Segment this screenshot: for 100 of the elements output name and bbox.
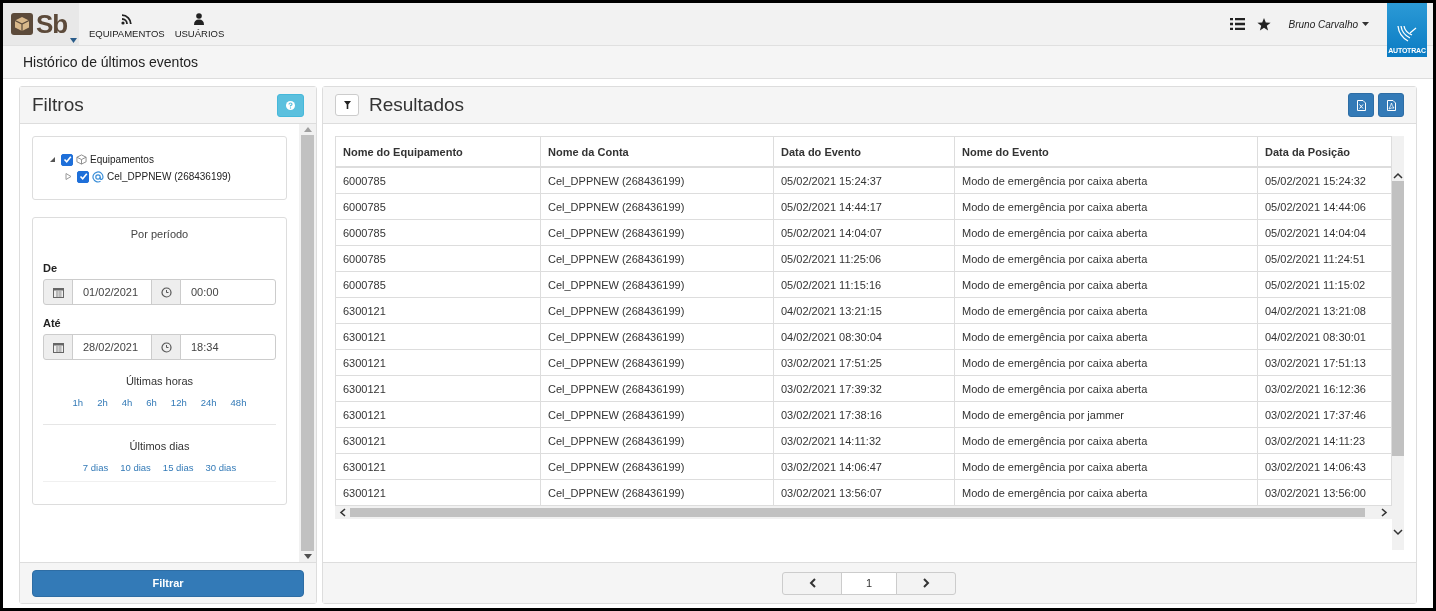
table-cell: 6000785 <box>335 245 541 272</box>
tree-item-label[interactable]: Equipamentos <box>90 154 154 165</box>
table-row[interactable]: 6000785 Cel_DPPNEW (268436199) 05/02/2021 14:04:07 Modo de emergência por caixa aberta 05/02/2021 14:04:04 <box>335 219 1392 246</box>
table-row[interactable]: 6300121 Cel_DPPNEW (268436199) 04/02/2021 08:30:04 Modo de emergência por caixa aberta 04/02/2021 08:30:01 <box>335 323 1392 350</box>
panel-title: Resultados <box>369 94 465 116</box>
quick-range-link[interactable]: 4h <box>121 397 133 408</box>
table-cell: 6300121 <box>335 401 541 428</box>
table-cell: Cel_DPPNEW (268436199) <box>540 401 774 428</box>
quick-range-link[interactable]: 24h <box>200 397 217 408</box>
table-row[interactable]: 6300121 Cel_DPPNEW (268436199) 03/02/2021 17:51:25 Modo de emergência por caixa aberta 03/02/2021 17:51:13 <box>335 349 1392 376</box>
table-cell: Modo de emergência por caixa aberta <box>954 479 1258 506</box>
excel-export-button[interactable] <box>1348 93 1374 117</box>
nav-link[interactable]: EQUIPAMENTOS <box>89 9 165 39</box>
chevron-right-icon <box>922 578 930 588</box>
table-cell: 05/02/2021 15:24:32 <box>1257 167 1392 194</box>
table-row[interactable]: 6000785 Cel_DPPNEW (268436199) 05/02/2021 15:24:37 Modo de emergência por caixa aberta 05/02/2021 15:24:32 <box>335 167 1392 194</box>
quick-range-link[interactable]: 6h <box>146 397 157 408</box>
table-cell: 6000785 <box>335 219 541 246</box>
column-header[interactable]: Data da Posição <box>1257 136 1392 167</box>
column-header[interactable]: Nome do Equipamento <box>335 136 541 167</box>
table-row[interactable]: 6300121 Cel_DPPNEW (268436199) 03/02/2021 17:39:32 Modo de emergência por caixa aberta 03/02/2021 16:12:36 <box>335 375 1392 402</box>
table-cell: 04/02/2021 08:30:04 <box>773 323 955 350</box>
table-cell: Cel_DPPNEW (268436199) <box>540 271 774 298</box>
tree-checkbox[interactable] <box>61 153 73 166</box>
pdf-export-button[interactable] <box>1378 93 1404 117</box>
user-menu[interactable]: Bruno Carvalho <box>1288 18 1369 30</box>
table-cell: Modo de emergência por caixa aberta <box>954 349 1258 376</box>
quick-range-link[interactable]: 30 dias <box>205 462 237 473</box>
table-cell: Modo de emergência por caixa aberta <box>954 193 1258 220</box>
nav-link[interactable]: USUÁRIOS <box>174 9 225 39</box>
table-cell: Cel_DPPNEW (268436199) <box>540 245 774 272</box>
table-row[interactable]: 6300121 Cel_DPPNEW (268436199) 03/02/2021 17:38:16 Modo de emergência por jammer 03/02/2021 17:37:46 <box>335 401 1392 428</box>
table-row[interactable]: 6000785 Cel_DPPNEW (268436199) 05/02/2021 11:15:16 Modo de emergência por caixa aberta 05/02/2021 11:15:02 <box>335 271 1392 298</box>
table-cell: 03/02/2021 14:06:43 <box>1257 453 1392 480</box>
table-cell: 03/02/2021 17:51:25 <box>773 349 955 376</box>
table-cell: Modo de emergência por caixa aberta <box>954 219 1258 246</box>
table-row[interactable]: 6300121 Cel_DPPNEW (268436199) 03/02/2021 14:06:47 Modo de emergência por caixa aberta 03/02/2021 14:06:43 <box>335 453 1392 480</box>
table-cell: 04/02/2021 08:30:01 <box>1257 323 1392 350</box>
quick-range-link[interactable]: 10 dias <box>120 462 151 473</box>
tree-item-label[interactable]: Cel_DPPNEW (268436199) <box>107 171 231 182</box>
date-field[interactable]: 01/02/2021 <box>72 279 152 305</box>
clock-icon <box>160 341 172 353</box>
table-cell: 03/02/2021 17:39:32 <box>773 375 955 402</box>
table-cell: 6300121 <box>335 427 541 454</box>
time-field[interactable]: 18:34 <box>180 334 276 360</box>
table-row[interactable]: 6300121 Cel_DPPNEW (268436199) 04/02/2021 13:21:15 Modo de emergência por caixa aberta 04/02/2021 13:21:08 <box>335 297 1392 324</box>
pdf-file-icon <box>1386 99 1396 111</box>
scroll-down-arrow-icon[interactable] <box>303 554 312 559</box>
table-cell: Cel_DPPNEW (268436199) <box>540 323 774 350</box>
quick-range-link[interactable]: 2h <box>97 397 108 408</box>
table-cell: Cel_DPPNEW (268436199) <box>540 453 774 480</box>
column-header[interactable]: Data do Evento <box>773 136 955 167</box>
time-field[interactable]: 00:00 <box>180 279 276 305</box>
box-icon <box>10 12 34 36</box>
quick-range-link[interactable]: 1h <box>72 397 84 408</box>
quick-range-link[interactable]: 15 dias <box>162 462 194 473</box>
table-cell: 04/02/2021 13:21:15 <box>773 297 955 324</box>
table-cell: 03/02/2021 14:11:23 <box>1257 427 1392 454</box>
table-row[interactable]: 6000785 Cel_DPPNEW (268436199) 05/02/2021 11:25:06 Modo de emergência por caixa aberta 05/02/2021 11:24:51 <box>335 245 1392 272</box>
table-cell: 05/02/2021 14:04:07 <box>773 219 955 246</box>
table-cell: 6300121 <box>335 479 541 506</box>
quick-range-link[interactable]: 7 dias <box>82 462 109 473</box>
vertical-scrollbar[interactable] <box>299 124 316 562</box>
table-cell: Modo de emergência por caixa aberta <box>954 453 1258 480</box>
horizontal-scrollbar[interactable] <box>335 506 1392 519</box>
column-header[interactable]: Nome da Conta <box>540 136 774 167</box>
page-button[interactable]: 1 <box>841 571 897 595</box>
column-header[interactable]: Nome do Evento <box>954 136 1258 167</box>
table-cell: 03/02/2021 13:56:07 <box>773 479 955 506</box>
table-cell: 6300121 <box>335 349 541 376</box>
table-cell: Modo de emergência por caixa aberta <box>954 323 1258 350</box>
quick-range-link[interactable]: 48h <box>230 397 247 408</box>
page-title: Histórico de últimos eventos <box>23 54 199 70</box>
date-field[interactable]: 28/02/2021 <box>72 334 152 360</box>
expanded-triangle-icon[interactable] <box>49 156 56 163</box>
list-icon[interactable] <box>1229 18 1245 30</box>
table-cell: 6000785 <box>335 193 541 220</box>
table-cell: Modo de emergência por caixa aberta <box>954 271 1258 298</box>
table-cell: 03/02/2021 14:06:47 <box>773 453 955 480</box>
star-icon[interactable] <box>1256 17 1271 31</box>
tree-checkbox[interactable] <box>77 170 89 183</box>
logo-button[interactable]: Sb <box>3 3 79 45</box>
table-cell: Cel_DPPNEW (268436199) <box>540 193 774 220</box>
table-cell: 03/02/2021 16:12:36 <box>1257 375 1392 402</box>
table-cell: Modo de emergência por caixa aberta <box>954 167 1258 194</box>
table-cell: 05/02/2021 15:24:37 <box>773 167 955 194</box>
filter-toggle-button[interactable] <box>335 94 359 116</box>
quick-range-link[interactable]: 12h <box>170 397 187 408</box>
clock-icon <box>160 286 172 298</box>
caret-icon <box>70 38 77 43</box>
table-row[interactable]: 6300121 Cel_DPPNEW (268436199) 03/02/2021 14:11:32 Modo de emergência por caixa aberta 03/02/2021 14:11:23 <box>335 427 1392 454</box>
table-row[interactable]: 6000785 Cel_DPPNEW (268436199) 05/02/2021 14:44:17 Modo de emergência por caixa aberta 05/02/2021 14:44:06 <box>335 193 1392 220</box>
table-cell: 6000785 <box>335 271 541 298</box>
chevron-left-icon <box>808 578 816 588</box>
filter-button[interactable]: Filtrar <box>32 569 304 597</box>
field-label: Até <box>43 317 62 329</box>
table-cell: 03/02/2021 17:51:13 <box>1257 349 1392 376</box>
table-cell: Cel_DPPNEW (268436199) <box>540 167 774 194</box>
table-row[interactable]: 6300121 Cel_DPPNEW (268436199) 03/02/2021 13:56:07 Modo de emergência por caixa aberta 03/02/2021 13:56:00 <box>335 479 1392 506</box>
funnel-icon <box>343 101 351 109</box>
